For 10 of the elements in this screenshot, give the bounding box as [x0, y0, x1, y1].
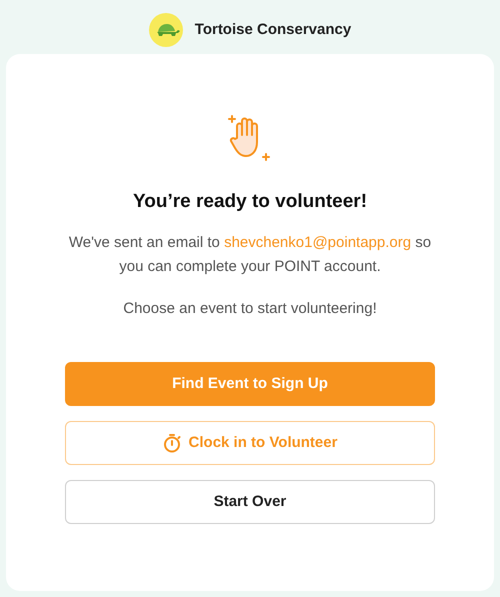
- organization-name: Tortoise Conservancy: [194, 20, 352, 40]
- heading: You’re ready to volunteer!: [132, 190, 368, 214]
- tortoise-logo-icon: [148, 13, 183, 47]
- find-event-button[interactable]: Find Event to Sign Up: [65, 362, 435, 406]
- prompt-text: Choose an event to start volunteering!: [123, 298, 377, 318]
- email-sent-message: We've sent an email to shevchenko1@pointapp.org so you can complete your POINT account.: [68, 232, 432, 276]
- clock-in-button[interactable]: Clock in to Volunteer: [65, 421, 435, 465]
- start-over-button[interactable]: Start Over: [65, 480, 435, 524]
- email-link[interactable]: shevchenko1@pointapp.org: [224, 234, 412, 250]
- stopwatch-icon: [162, 433, 181, 453]
